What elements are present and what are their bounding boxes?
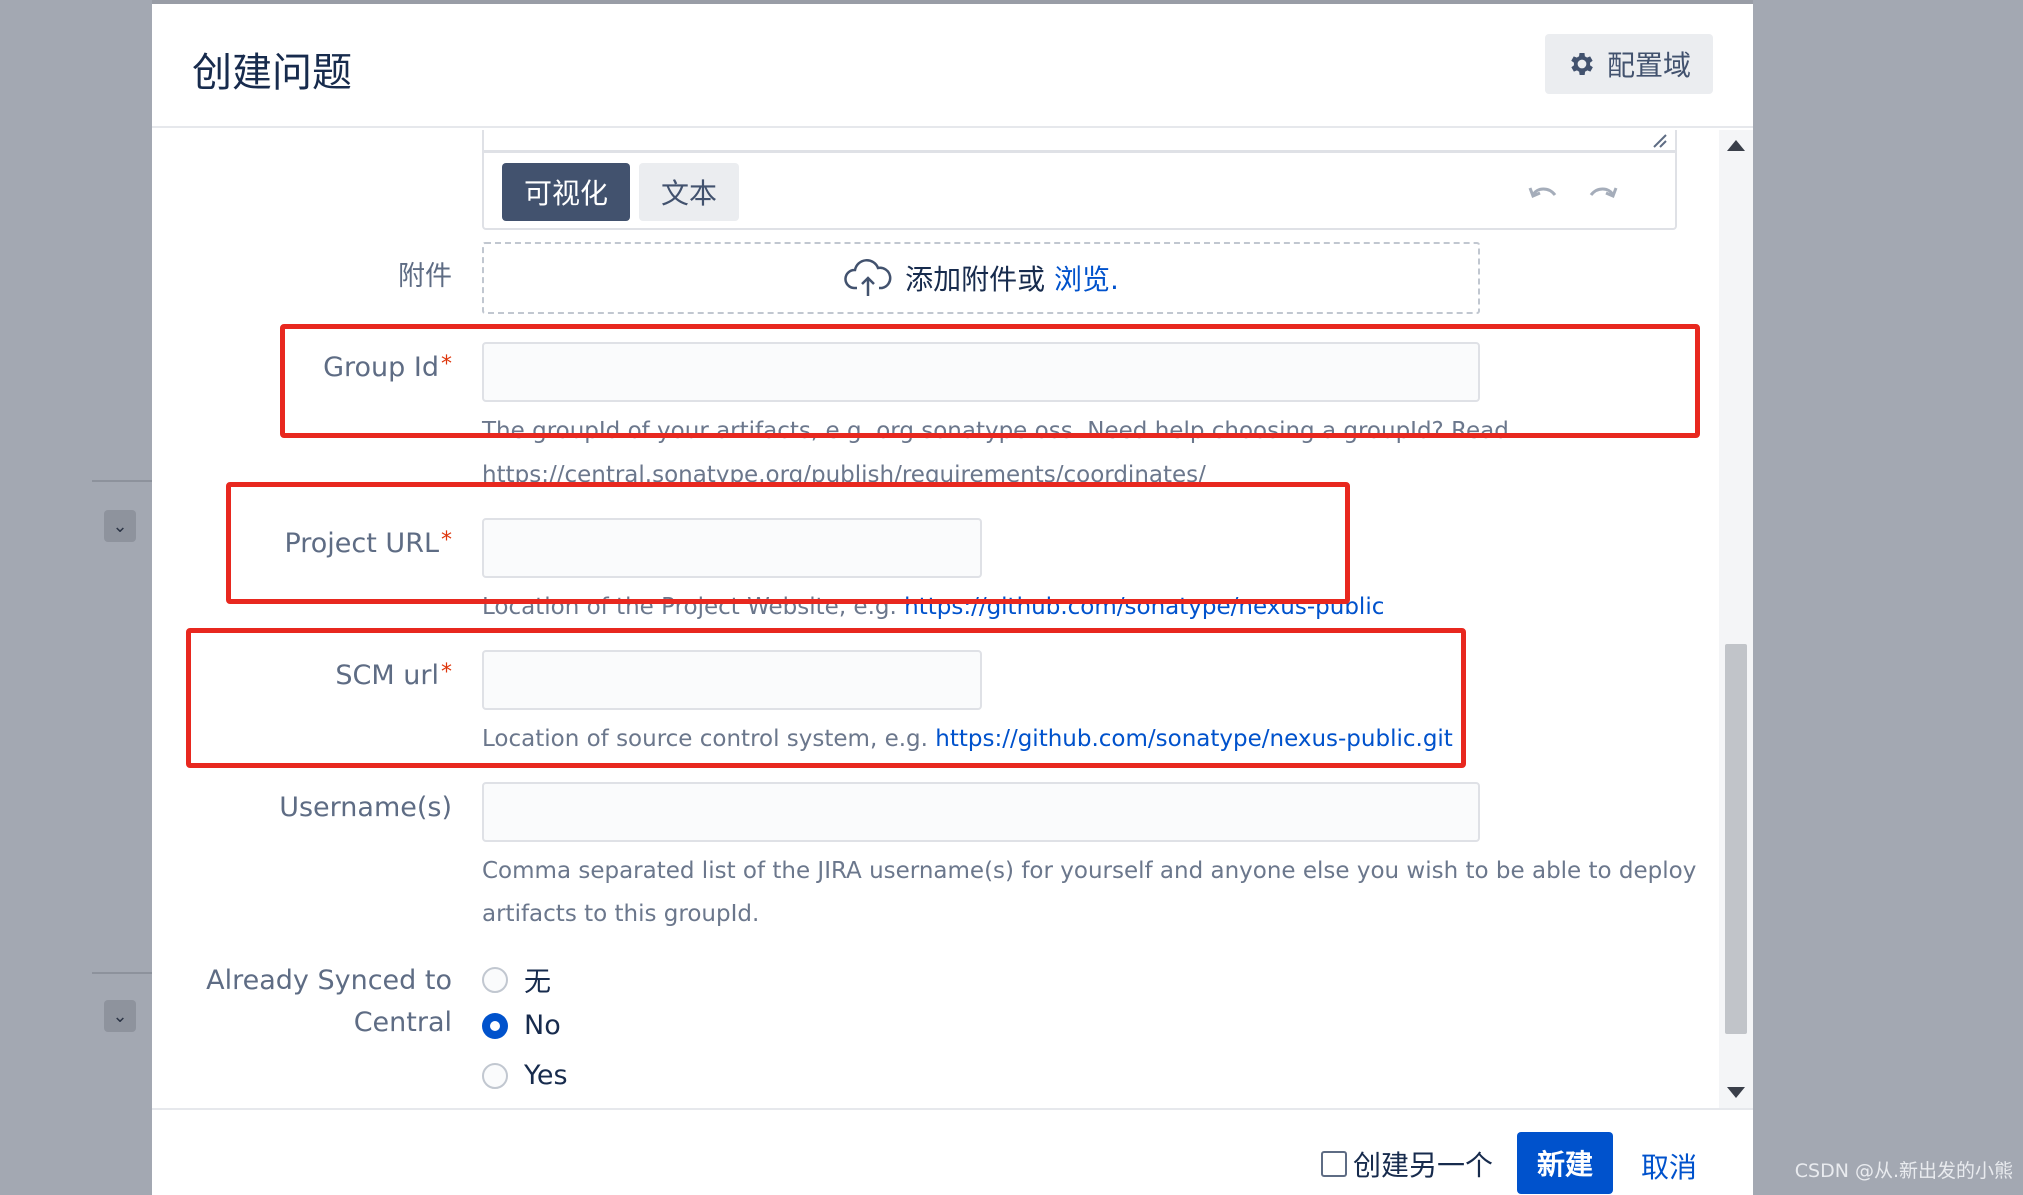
backdrop-divider bbox=[92, 972, 152, 974]
gear-icon bbox=[1571, 53, 1593, 75]
usernames-label: Username(s) bbox=[279, 792, 452, 823]
configure-fields-button[interactable]: 配置域 bbox=[1544, 34, 1713, 94]
page-backdrop-right bbox=[1753, 0, 2023, 1195]
cloud-upload-icon bbox=[844, 259, 892, 296]
radio-option-yes[interactable]: Yes bbox=[482, 1060, 568, 1091]
usernames-help-line1: Comma separated list of the JIRA usernam… bbox=[482, 858, 1697, 884]
create-issue-dialog: 创建问题 配置域 可视化 文本 附件 添加附件或 浏览. Group Id* T… bbox=[152, 4, 1753, 1195]
highlight-group-id bbox=[280, 324, 1700, 438]
highlight-scm-url bbox=[186, 628, 1466, 768]
configure-fields-label: 配置域 bbox=[1606, 49, 1691, 82]
highlight-project-url bbox=[226, 482, 1350, 604]
dialog-footer: 创建另一个 新建 取消 bbox=[152, 1108, 1753, 1195]
dialog-title: 创建问题 bbox=[192, 50, 352, 96]
watermark: CSDN @从.新出发的小熊 bbox=[1794, 1160, 2013, 1182]
radio-button-selected[interactable] bbox=[482, 1012, 508, 1039]
chevron-down-icon: ⌄ bbox=[104, 1000, 136, 1032]
cancel-link[interactable]: 取消 bbox=[1641, 1146, 1697, 1186]
already-synced-label: Already Synced to Central bbox=[206, 965, 452, 1038]
backdrop-divider bbox=[92, 480, 152, 482]
dialog-body: 可视化 文本 附件 添加附件或 浏览. Group Id* The groupI… bbox=[152, 130, 1753, 1108]
radio-option-no[interactable]: No bbox=[482, 1010, 561, 1041]
dialog-scrollbar[interactable] bbox=[1719, 130, 1753, 1108]
usernames-input[interactable] bbox=[482, 782, 1480, 842]
dialog-header: 创建问题 配置域 bbox=[152, 4, 1753, 128]
scroll-up-arrow-icon[interactable] bbox=[1727, 140, 1745, 151]
undo-icon[interactable] bbox=[1527, 179, 1559, 205]
browse-link[interactable]: 浏览. bbox=[1054, 263, 1119, 296]
create-another-checkbox[interactable]: 创建另一个 bbox=[1320, 1144, 1493, 1184]
chevron-down-icon: ⌄ bbox=[104, 510, 136, 542]
scroll-thumb[interactable] bbox=[1725, 644, 1747, 1034]
attachment-dropzone[interactable]: 添加附件或 浏览. bbox=[482, 242, 1480, 314]
description-editor-area[interactable] bbox=[482, 130, 1677, 152]
resize-handle-icon[interactable] bbox=[1651, 132, 1667, 148]
attachment-label: 附件 bbox=[398, 261, 452, 292]
redo-icon[interactable] bbox=[1587, 179, 1619, 205]
scroll-down-arrow-icon[interactable] bbox=[1727, 1087, 1745, 1098]
radio-button[interactable] bbox=[482, 966, 508, 993]
checkbox[interactable] bbox=[1320, 1151, 1347, 1177]
usernames-help-line2: artifacts to this groupId. bbox=[482, 901, 760, 927]
text-mode-tab[interactable]: 文本 bbox=[639, 163, 740, 221]
radio-option-none[interactable]: 无 bbox=[482, 960, 551, 999]
create-button[interactable]: 新建 bbox=[1516, 1132, 1613, 1194]
attachment-prompt: 添加附件或 浏览. bbox=[905, 263, 1119, 296]
editor-toolbar: 可视化 文本 bbox=[482, 152, 1677, 230]
radio-button[interactable] bbox=[482, 1062, 508, 1089]
visual-mode-tab[interactable]: 可视化 bbox=[502, 163, 631, 221]
